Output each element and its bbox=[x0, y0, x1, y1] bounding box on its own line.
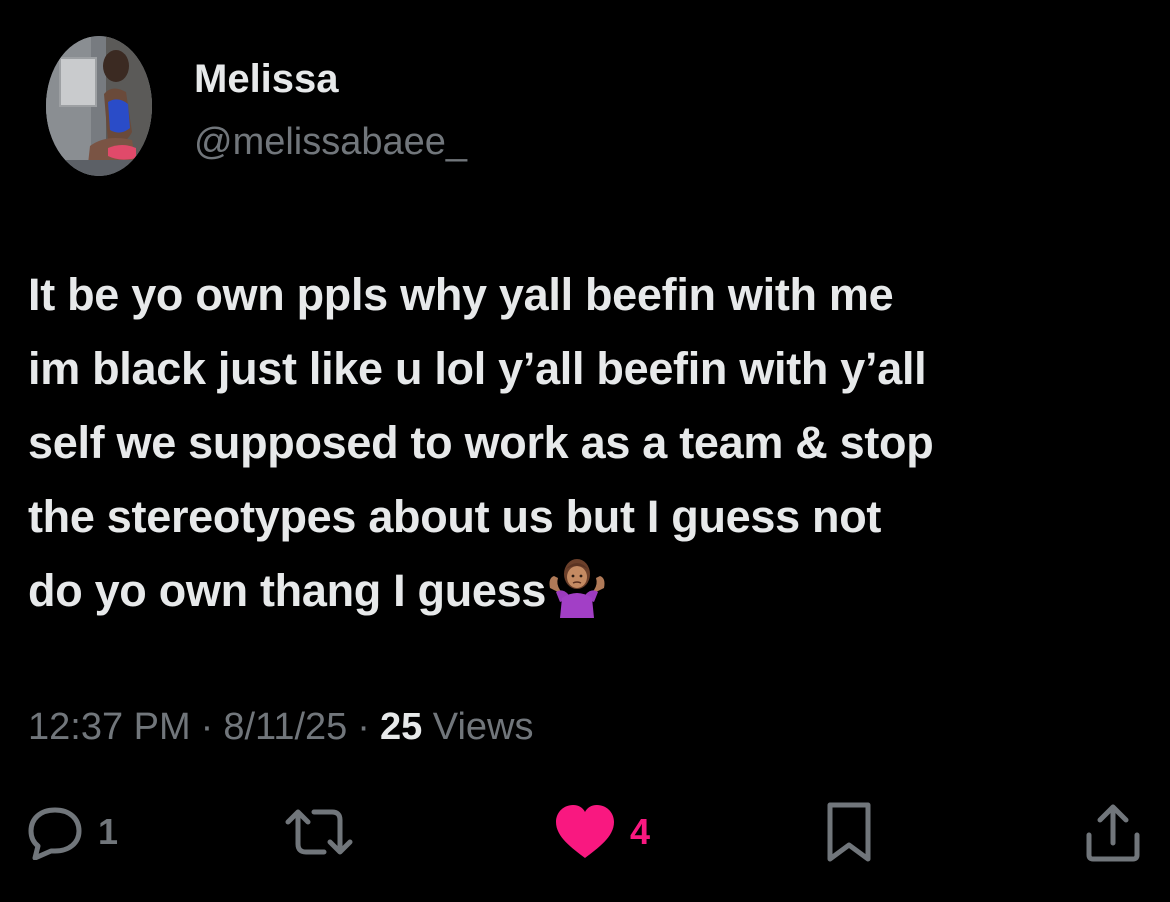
tweet-text-line: the stereotypes about us but I guess not bbox=[28, 491, 882, 542]
like-count: 4 bbox=[630, 811, 651, 852]
meta-separator: · bbox=[200, 706, 214, 748]
views-label[interactable]: Views bbox=[433, 706, 534, 748]
views-count[interactable]: 25 bbox=[380, 706, 422, 748]
tweet-time[interactable]: 12:37 PM bbox=[28, 706, 191, 748]
share-icon bbox=[1086, 804, 1140, 862]
tweet-text-line: It be yo own ppls why yall beefin with m… bbox=[28, 269, 894, 320]
tweet-text-line-content: do yo own thang I guess bbox=[28, 565, 547, 616]
tweet-meta: 12:37 PM · 8/11/25 · 25 Views bbox=[28, 702, 533, 752]
retweet-icon bbox=[285, 809, 353, 855]
tweet-text-line-last: do yo own thang I guess bbox=[28, 554, 1148, 628]
bookmark-button[interactable] bbox=[822, 800, 876, 864]
reply-count: 1 bbox=[98, 811, 119, 852]
meta-separator: · bbox=[357, 706, 370, 748]
speech-bubble-icon bbox=[28, 807, 82, 860]
avatar-photo bbox=[46, 36, 152, 176]
bookmark-icon bbox=[827, 802, 871, 862]
tweet-text-line: im black just like u lol y’all beefin wi… bbox=[28, 343, 927, 394]
heart-filled-icon bbox=[556, 805, 614, 858]
tweet-date[interactable]: 8/11/25 bbox=[223, 706, 347, 748]
reply-button[interactable]: 1 bbox=[26, 800, 118, 864]
retweet-button[interactable] bbox=[282, 800, 356, 864]
author-handle[interactable]: @melissabaee_ bbox=[194, 118, 467, 166]
like-button[interactable]: 4 bbox=[554, 800, 650, 864]
author-display-name[interactable]: Melissa bbox=[194, 54, 339, 104]
tweet-text-line: self we supposed to work as a team & sto… bbox=[28, 417, 934, 468]
tweet-text: It be yo own ppls why yall beefin with m… bbox=[28, 258, 1148, 628]
woman-shrugging-emoji bbox=[546, 558, 608, 618]
avatar[interactable] bbox=[46, 36, 152, 176]
share-button[interactable] bbox=[1084, 800, 1142, 864]
